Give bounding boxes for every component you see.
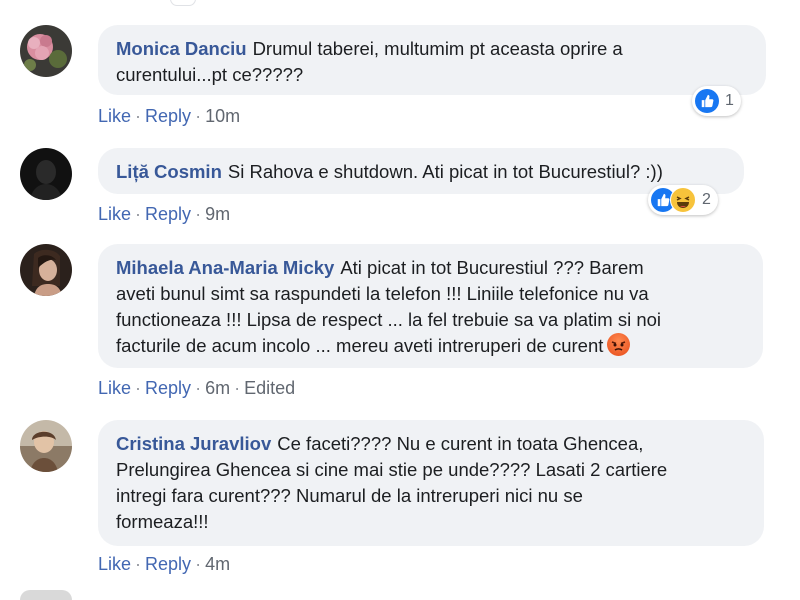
comment-bubble: Monica Danciu Drumul taberei, multumim pt… [98, 25, 766, 95]
avatar[interactable] [20, 25, 72, 77]
reply-button[interactable]: Reply [145, 106, 191, 126]
comment-actions: Like · Reply · 6m · Edited [98, 378, 295, 399]
reaction-summary[interactable]: 1 [692, 86, 741, 116]
reply-button[interactable]: Reply [145, 378, 191, 398]
comment-timestamp[interactable]: 9m [205, 204, 230, 224]
separator-dot: · [135, 378, 142, 398]
comment-bubble: Mihaela Ana-Maria Micky Ati picat in tot … [98, 244, 763, 368]
separator-dot: · [195, 378, 202, 398]
separator-dot: · [135, 106, 142, 126]
comment-timestamp[interactable]: 10m [205, 106, 240, 126]
like-button[interactable]: Like [98, 378, 131, 398]
comment-bubble: Cristina Juravliov Ce faceti???? Nu e cur… [98, 420, 764, 546]
edited-label[interactable]: Edited [244, 378, 295, 398]
like-button[interactable]: Like [98, 106, 131, 126]
reply-button[interactable]: Reply [145, 554, 191, 574]
angry-face-icon [607, 333, 631, 356]
comment-author[interactable]: Monica Danciu [116, 38, 247, 59]
reply-button[interactable]: Reply [145, 204, 191, 224]
avatar[interactable] [20, 244, 72, 296]
comment-author[interactable]: Liță Cosmin [116, 161, 222, 182]
separator-dot: · [135, 554, 142, 574]
separator-dot: · [195, 204, 202, 224]
reaction-count: 1 [725, 92, 734, 109]
haha-icon [670, 187, 696, 213]
separator-dot: · [135, 204, 142, 224]
comment-author[interactable]: Cristina Juravliov [116, 433, 271, 454]
reaction-count: 2 [702, 191, 711, 208]
separator-dot: · [234, 378, 241, 398]
like-button[interactable]: Like [98, 554, 131, 574]
comment-bubble: Liță Cosmin Si Rahova e shutdown. Ati pic… [98, 148, 744, 194]
avatar[interactable] [20, 420, 72, 472]
comment-actions: Like · Reply · 10m [98, 106, 240, 127]
comment-text: Si Rahova e shutdown. Ati picat in tot B… [227, 161, 663, 182]
comment-author[interactable]: Mihaela Ana-Maria Micky [116, 257, 334, 278]
comment-timestamp[interactable]: 4m [205, 554, 230, 574]
comment-timestamp[interactable]: 6m [205, 378, 230, 398]
like-icon [695, 89, 719, 113]
next-avatar-edge [20, 590, 72, 600]
cut-off-reaction-badge [170, 0, 196, 6]
separator-dot: · [195, 554, 202, 574]
previous-comment-edge [0, 0, 800, 6]
avatar[interactable] [20, 148, 72, 200]
comment-actions: Like · Reply · 9m [98, 204, 230, 225]
like-button[interactable]: Like [98, 204, 131, 224]
reaction-summary[interactable]: 2 [648, 185, 718, 215]
separator-dot: · [195, 106, 202, 126]
comment-actions: Like · Reply · 4m [98, 554, 230, 575]
